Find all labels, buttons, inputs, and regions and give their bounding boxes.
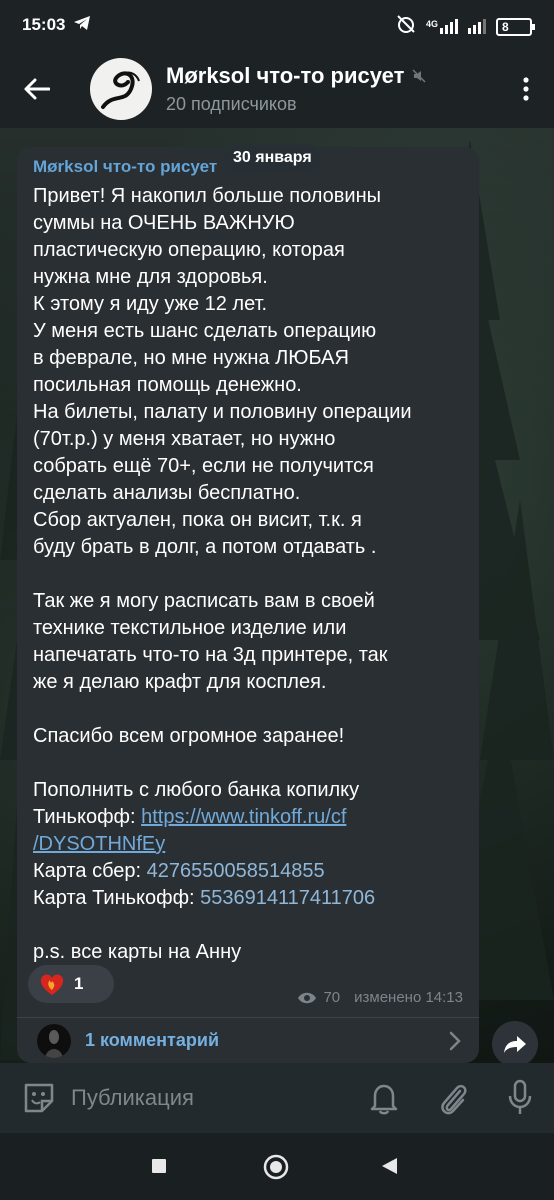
comments-button[interactable]: 1 комментарий [17, 1018, 479, 1063]
more-vertical-icon [523, 77, 529, 101]
subscriber-count: 20 подписчиков [166, 94, 297, 114]
share-arrow-icon [504, 1036, 526, 1053]
muted-icon [412, 63, 426, 89]
voice-message-button[interactable] [507, 1079, 533, 1122]
telegram-icon [73, 15, 91, 36]
triangle-back-icon [382, 1158, 397, 1174]
heart-fire-icon [40, 974, 64, 995]
system-nav-bar [0, 1133, 554, 1200]
reaction-count: 1 [74, 974, 84, 993]
channel-title[interactable]: Mørksol что-то рисует [166, 63, 426, 89]
message-author: Mørksol что-то рисует [33, 157, 218, 176]
reaction-button[interactable]: 1 [28, 965, 114, 1003]
square-icon [152, 1159, 166, 1173]
channel-header: Mørksol что-то рисует 20 подписчиков [0, 50, 554, 128]
sticker-icon [24, 1083, 54, 1113]
back-nav-button[interactable] [380, 1157, 398, 1180]
microphone-icon [508, 1079, 532, 1114]
more-options-button[interactable] [514, 72, 538, 106]
sticker-button[interactable] [22, 1081, 56, 1115]
attach-button[interactable] [436, 1079, 470, 1122]
signal-icon-2 [468, 19, 486, 34]
home-button[interactable] [263, 1154, 289, 1185]
message-meta: 70 изменено 14:13 [297, 989, 463, 1006]
battery-icon: 8 [496, 17, 535, 36]
share-button[interactable] [492, 1021, 538, 1067]
recents-button[interactable] [151, 1158, 167, 1179]
paperclip-icon [441, 1084, 467, 1115]
status-bar: 15:03 4G 8 [0, 0, 554, 50]
chevron-right-icon [449, 1031, 461, 1051]
commenter-avatar [37, 1023, 71, 1058]
notifications-button[interactable] [367, 1080, 401, 1121]
sber-card-number[interactable]: 4276550058514855 [147, 860, 325, 882]
eye-icon [298, 992, 317, 1003]
channel-avatar[interactable] [90, 58, 152, 120]
signal-icon: 4G [426, 19, 458, 34]
arrow-left-icon [24, 78, 50, 100]
circle-icon [263, 1154, 289, 1180]
comments-label: 1 комментарий [85, 1030, 220, 1050]
bell-icon [370, 1084, 398, 1115]
message-composer: Публикация [0, 1063, 554, 1133]
status-time: 15:03 [22, 15, 66, 34]
date-pill: 30 января [224, 144, 321, 172]
message-bubble[interactable]: Mørksol что-то рисует Привет! Я накопил … [17, 147, 479, 1063]
tinkoff-card-number[interactable]: 5536914117411706 [200, 887, 375, 909]
snake-logo-icon [101, 71, 140, 109]
alarm-off-icon [396, 14, 416, 39]
message-input[interactable]: Публикация [71, 1085, 194, 1111]
message-text: Привет! Я накопил больше половины суммы … [33, 185, 412, 963]
back-button[interactable] [0, 50, 74, 128]
edited-time: изменено 14:13 [354, 989, 463, 1006]
view-count: 70 [323, 989, 341, 1006]
